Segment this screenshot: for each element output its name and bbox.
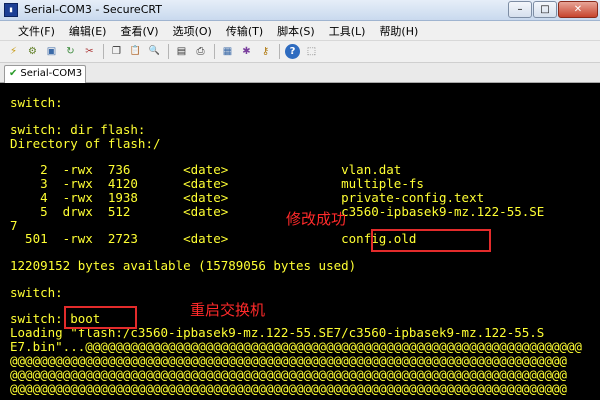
terminal-line: 501 -rwx 2723 <date> config.old xyxy=(10,231,417,246)
connected-check-icon: ✔ xyxy=(9,68,18,79)
menu-file[interactable]: 文件(F) xyxy=(18,23,55,39)
menu-edit[interactable]: 编辑(E) xyxy=(69,23,107,39)
print-icon[interactable]: ⎙ xyxy=(193,44,208,59)
paste-icon[interactable]: 📋 xyxy=(128,44,143,59)
toolbar-separator xyxy=(279,44,280,59)
menu-transfer[interactable]: 传输(T) xyxy=(226,23,263,39)
terminal-line: 2 -rwx 736 <date> vlan.dat xyxy=(10,162,402,177)
help-icon[interactable]: ? xyxy=(285,44,300,59)
title-bar: ▮ Serial-COM3 - SecureCRT – □ ✕ xyxy=(0,0,600,21)
terminal-line: 4 -rwx 1938 <date> private-config.text xyxy=(10,190,485,205)
annotation-box-boot xyxy=(64,306,137,329)
maximize-button[interactable]: □ xyxy=(533,1,557,18)
terminal-screen[interactable]: switch: switch: dir flash: Directory of … xyxy=(0,83,600,400)
copy-icon[interactable]: ❐ xyxy=(109,44,124,59)
global-options-icon[interactable]: ✱ xyxy=(239,44,254,59)
toolbar: ⚡ ⚙ ▣ ↻ ✂ ❐ 📋 🔍 ▤ ⎙ ▦ ✱ ⚷ ? ⬚ xyxy=(0,41,600,63)
window-title: Serial-COM3 - SecureCRT xyxy=(24,3,162,16)
keymap-icon[interactable]: ⚷ xyxy=(258,44,273,59)
terminal-line: switch: xyxy=(10,285,63,300)
menu-options[interactable]: 选项(O) xyxy=(173,23,212,39)
menu-bar: 文件(F) 编辑(E) 查看(V) 选项(O) 传输(T) 脚本(S) 工具(L… xyxy=(0,21,600,41)
terminal-line: switch: xyxy=(10,95,63,110)
terminal-line: @@@@@@@@@@@@@@@@@@@@@@@@@@@@@@@@@@@@@@@@… xyxy=(10,381,567,396)
close-button[interactable]: ✕ xyxy=(558,1,598,18)
find-icon[interactable]: 🔍 xyxy=(147,44,162,59)
terminal-line: E7.bin"...@@@@@@@@@@@@@@@@@@@@@@@@@@@@@@… xyxy=(10,339,582,354)
tab-label: Serial-COM3 xyxy=(20,68,83,79)
quick-connect-icon[interactable]: ⚙ xyxy=(25,44,40,59)
toolbar-separator xyxy=(214,44,215,59)
terminal-line: @@@@@@@@@@@@@@@@@@@@@@@@@@@@@@@@@@@@@@@@… xyxy=(10,367,567,382)
terminal-line: 3 -rwx 4120 <date> multiple-fs xyxy=(10,176,424,191)
minimize-button[interactable]: – xyxy=(508,1,532,18)
tab-serial-com3[interactable]: ✔ Serial-COM3 xyxy=(4,65,86,83)
menu-view[interactable]: 查看(V) xyxy=(120,23,158,39)
terminal-line: switch: dir flash: xyxy=(10,122,146,137)
connect-icon[interactable]: ⚡ xyxy=(6,44,21,59)
session-options-icon[interactable]: ▦ xyxy=(220,44,235,59)
connect-tab-icon[interactable]: ▣ xyxy=(44,44,59,59)
menu-script[interactable]: 脚本(S) xyxy=(277,23,315,39)
terminal-line: @@@@@@@@@@@@@@@@@@@@@@@@@@@@@@@@@@@@@@@@… xyxy=(10,353,567,368)
toolbar-separator xyxy=(168,44,169,59)
disconnect-icon[interactable]: ✂ xyxy=(82,44,97,59)
annotation-box-config-old xyxy=(371,229,491,252)
reconnect-icon[interactable]: ↻ xyxy=(63,44,78,59)
annotation-modify-success: 修改成功 xyxy=(286,210,347,228)
annotation-reboot-switch: 重启交换机 xyxy=(190,301,266,319)
menu-help[interactable]: 帮助(H) xyxy=(379,23,418,39)
toolbar-separator xyxy=(103,44,104,59)
window-controls: – □ ✕ xyxy=(507,1,598,19)
print-setup-icon[interactable]: ▤ xyxy=(174,44,189,59)
sftp-icon[interactable]: ⬚ xyxy=(304,44,319,59)
terminal-line: Directory of flash:/ xyxy=(10,136,161,151)
tab-bar: ✔ Serial-COM3 xyxy=(0,63,600,83)
terminal-line: 12209152 bytes available (15789056 bytes… xyxy=(10,258,357,273)
securecrt-app-icon: ▮ xyxy=(4,3,18,17)
terminal-line: 5 drwx 512 <date> c3560-ipbasek9-mz.122-… xyxy=(10,204,545,219)
menu-tools[interactable]: 工具(L) xyxy=(329,23,366,39)
